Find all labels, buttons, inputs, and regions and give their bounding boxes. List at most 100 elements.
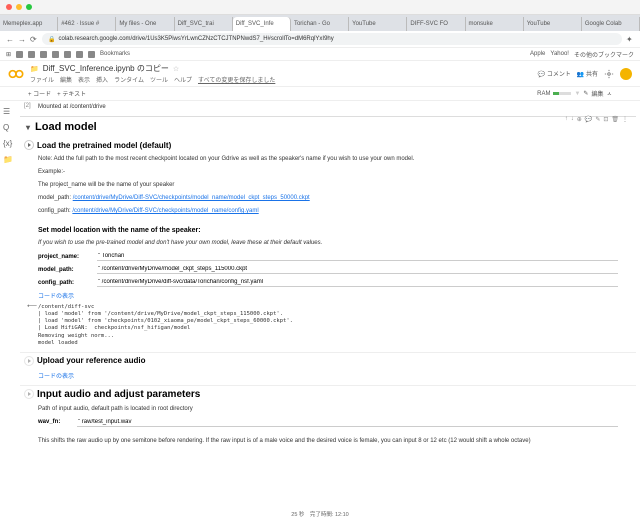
- edit-icon[interactable]: ✎: [595, 116, 600, 123]
- menu-item[interactable]: ヘルプ: [174, 75, 192, 84]
- ram-label: RAM: [537, 91, 550, 97]
- bookmark-icon[interactable]: [40, 51, 47, 58]
- add-code-button[interactable]: + コード: [28, 89, 51, 98]
- run-button[interactable]: [24, 389, 34, 399]
- lock-icon: 🔒: [48, 36, 55, 43]
- forward-icon[interactable]: →: [18, 35, 26, 43]
- menu-item[interactable]: 挿入: [96, 75, 108, 84]
- browser-tab[interactable]: Torichan - Go: [291, 17, 349, 31]
- model-path-input[interactable]: [97, 265, 618, 274]
- comment-button[interactable]: 💬 コメント: [538, 69, 571, 78]
- apps-icon[interactable]: ⊞: [6, 51, 11, 58]
- avatar[interactable]: [620, 68, 632, 80]
- note-text: If you wish to use the pre-trained model…: [20, 237, 636, 250]
- bookmark-icon[interactable]: [88, 51, 95, 58]
- show-code-link[interactable]: コードの表示: [20, 369, 636, 382]
- edit-mode[interactable]: 編集: [591, 89, 603, 98]
- menu-item[interactable]: ランタイム: [114, 75, 144, 84]
- menu-item[interactable]: ツール: [150, 75, 168, 84]
- browser-tab[interactable]: Memeplex.app: [0, 17, 58, 31]
- browser-tab[interactable]: Diff_SVC_trai: [175, 17, 233, 31]
- heading-load-model: ▾Load model: [20, 116, 636, 137]
- run-button[interactable]: [24, 140, 34, 150]
- edit-icon[interactable]: ✎: [583, 90, 588, 97]
- move-up-icon[interactable]: ↑: [565, 116, 568, 123]
- cell-output: Mounted at /content/drive: [38, 104, 106, 110]
- browser-tab[interactable]: YouTube: [349, 17, 407, 31]
- vars-icon[interactable]: {x}: [3, 139, 11, 147]
- bookmark-apple[interactable]: Apple: [530, 51, 545, 57]
- mirror-icon[interactable]: ⊡: [603, 116, 608, 123]
- url-text: colab.research.google.com/drive/1Us3K5Pi…: [58, 36, 333, 42]
- browser-tab[interactable]: DIFF-SVC FO: [407, 17, 465, 31]
- project-name-input[interactable]: [97, 252, 618, 261]
- browser-tabstrip: Memeplex.app#462 · Issue #My files - One…: [0, 15, 640, 31]
- show-code-link[interactable]: コードの表示: [20, 289, 636, 302]
- config-path-input[interactable]: [97, 278, 618, 287]
- close-dot[interactable]: [6, 4, 12, 10]
- maximize-dot[interactable]: [26, 4, 32, 10]
- back-icon[interactable]: ←: [6, 35, 14, 43]
- wav-input[interactable]: [77, 418, 618, 427]
- bookmark-icon[interactable]: [28, 51, 35, 58]
- browser-tab[interactable]: My files - One: [116, 17, 174, 31]
- output-icon[interactable]: ⟵: [27, 302, 37, 310]
- drive-icon: 📁: [30, 65, 39, 73]
- wav-label: wav_fn:: [38, 419, 73, 425]
- heading-setloc: Set model location with the name of the …: [20, 224, 636, 237]
- star-icon[interactable]: ☆: [173, 65, 179, 73]
- browser-tab[interactable]: Diff_SVC_Infe: [233, 17, 291, 31]
- menu-item[interactable]: 表示: [78, 75, 90, 84]
- url-field[interactable]: 🔒 colab.research.google.com/drive/1Us3K5…: [42, 33, 622, 45]
- path-link[interactable]: /content/drive/MyDrive/Diff-SVC/checkpoi…: [73, 195, 310, 201]
- footer-status: 25 秒 完了時間: 12:10: [0, 509, 640, 519]
- menu-icon[interactable]: ㅅ: [606, 89, 612, 98]
- note-text: This shifts the raw audio up by one semi…: [20, 435, 636, 448]
- bookmark-yahoo[interactable]: Yahoo!: [550, 51, 569, 57]
- share-button[interactable]: 👥 共有: [577, 69, 598, 78]
- collapse-icon[interactable]: ▾: [26, 123, 30, 132]
- toc-icon[interactable]: ☰: [3, 107, 11, 115]
- search-icon[interactable]: Q: [3, 123, 11, 131]
- bookmarks-folder[interactable]: Bookmarks: [100, 51, 130, 57]
- comment-icon[interactable]: 💬: [585, 116, 592, 123]
- path-link[interactable]: /content/drive/MyDrive/Diff-SVC/checkpoi…: [72, 208, 258, 214]
- notebook-title[interactable]: Diff_SVC_Inference.ipynb のコピー: [43, 63, 169, 74]
- run-button[interactable]: [24, 356, 34, 366]
- bookmark-icon[interactable]: [76, 51, 83, 58]
- browser-tab[interactable]: Google Colab: [582, 17, 640, 31]
- heading-upload: Upload your reference audio: [20, 352, 636, 369]
- bookmark-icon[interactable]: [52, 51, 59, 58]
- heading-input: Input audio and adjust parameters: [20, 385, 636, 403]
- menu-item[interactable]: 編集: [60, 75, 72, 84]
- link-icon[interactable]: ⊕: [577, 116, 582, 123]
- model-path-label: model_path:: [38, 267, 93, 273]
- extensions-icon[interactable]: ✦: [626, 35, 634, 43]
- minimize-dot[interactable]: [16, 4, 22, 10]
- files-icon[interactable]: 📁: [3, 155, 11, 163]
- reload-icon[interactable]: ⟳: [30, 35, 38, 43]
- bookmarks-bar: ⊞ Bookmarks Apple Yahoo! その他のブックマーク: [0, 48, 640, 61]
- browser-tab[interactable]: YouTube: [524, 17, 582, 31]
- menu-item[interactable]: ファイル: [30, 75, 54, 84]
- exec-count: [2]: [24, 103, 31, 109]
- browser-tab[interactable]: monsuke: [466, 17, 524, 31]
- example-label: Example:-: [20, 166, 636, 179]
- colab-menubar: ファイル編集表示挿入ランタイムツールヘルプすべての変更を保存しました: [30, 75, 275, 84]
- mac-titlebar: [0, 0, 640, 15]
- gear-icon[interactable]: [604, 69, 614, 79]
- add-text-button[interactable]: + テキスト: [57, 89, 86, 98]
- browser-tab[interactable]: #462 · Issue #: [58, 17, 116, 31]
- ram-bar: [553, 92, 571, 95]
- bookmarks-more[interactable]: その他のブックマーク: [574, 50, 634, 59]
- move-down-icon[interactable]: ↓: [571, 116, 574, 123]
- bookmark-icon[interactable]: [16, 51, 23, 58]
- project-name-label: project_name:: [38, 254, 93, 260]
- bookmark-icon[interactable]: [64, 51, 71, 58]
- more-icon[interactable]: ⋮: [622, 116, 628, 123]
- note-text: The project_name will be the name of you…: [20, 179, 636, 192]
- notebook-content: ☰ Q {x} 📁 [2] Mounted at /content/drive …: [0, 101, 640, 519]
- note-text: Note: Add the full path to the most rece…: [20, 153, 636, 166]
- browser-addressbar: ← → ⟳ 🔒 colab.research.google.com/drive/…: [0, 31, 640, 48]
- delete-icon[interactable]: 🗑: [611, 116, 619, 123]
